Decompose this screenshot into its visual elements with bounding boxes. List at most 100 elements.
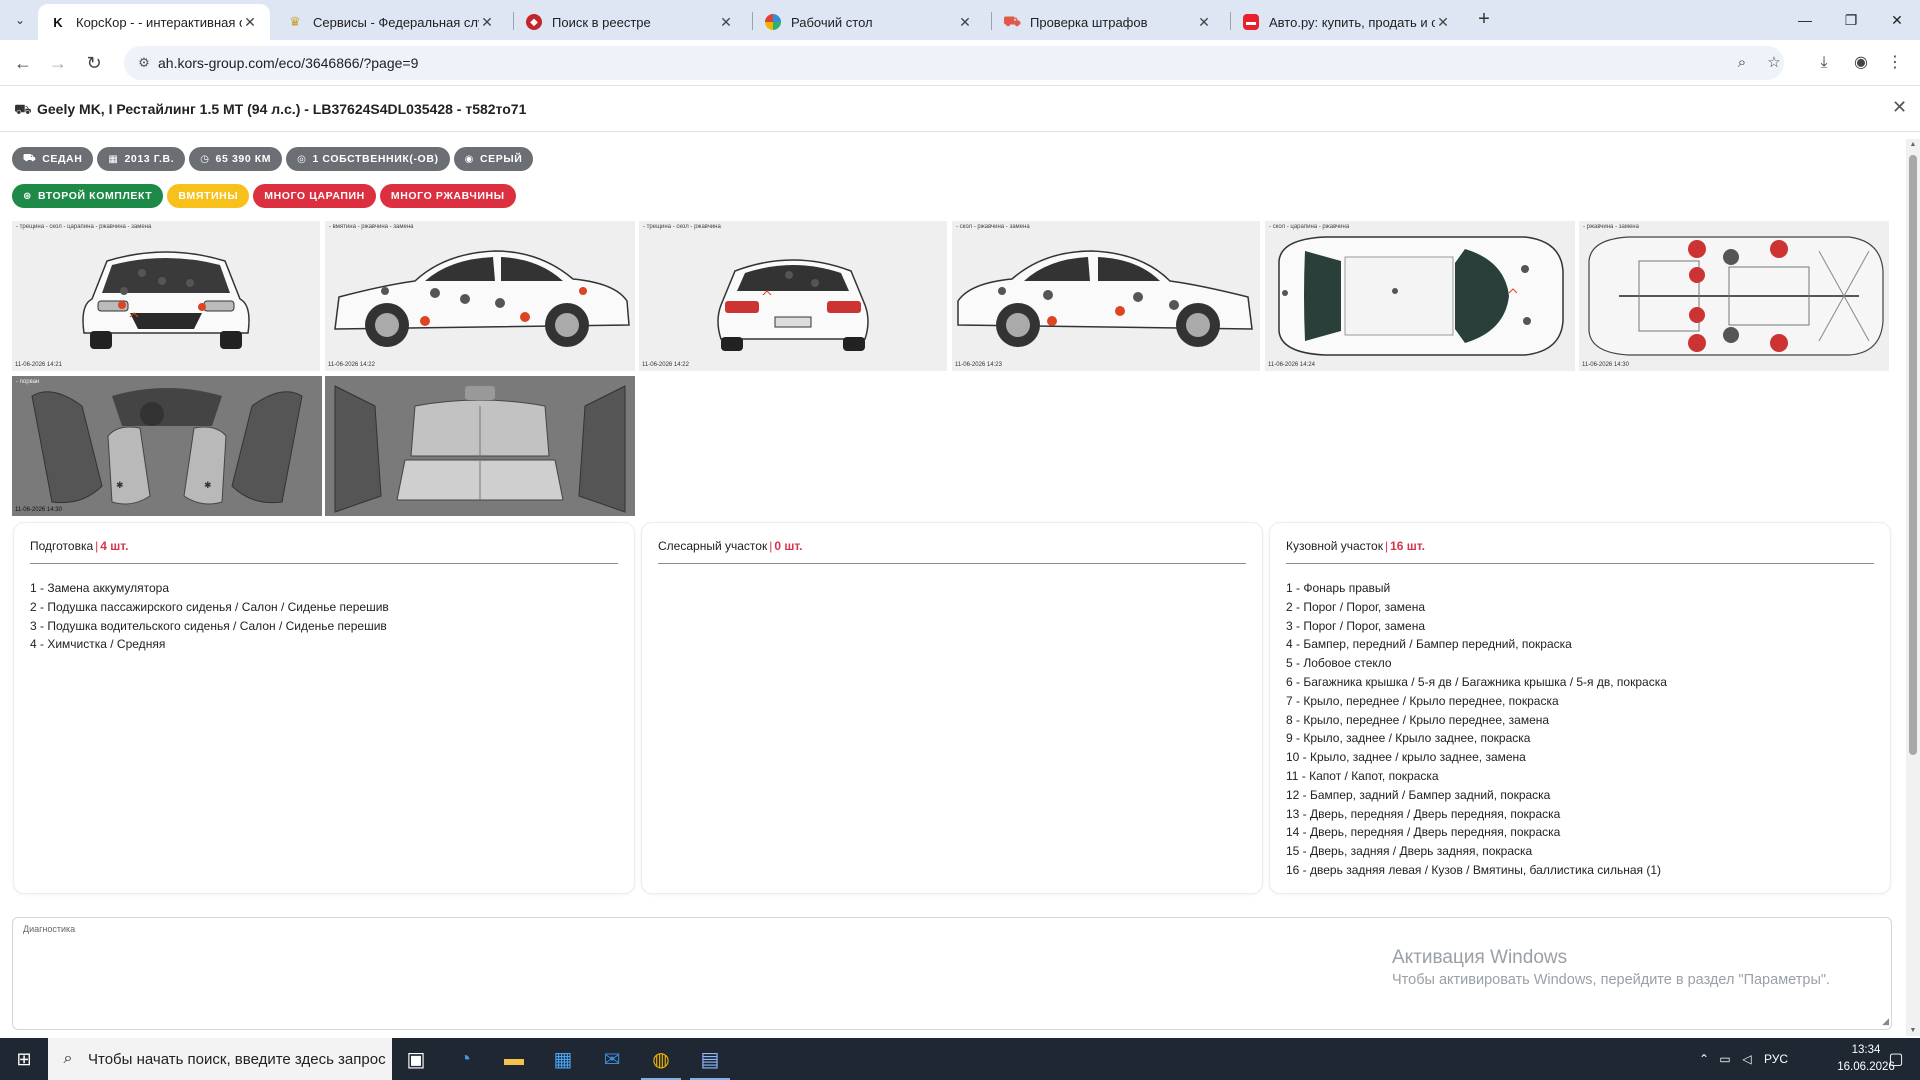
address-bar[interactable]: ⚙ ah.kors-group.com/eco/3646866/?page=9 … [124,46,1784,80]
car-right-drawing [957,250,1253,347]
list-item: 11 - Капот / Капот, покраска [1286,768,1439,783]
window-close-icon[interactable]: ✕ [1874,6,1920,34]
list-item: 6 - Багажника крышка / 5-я дв / Багажник… [1286,674,1667,689]
close-card-icon[interactable]: ✕ [1892,97,1907,118]
url-text: ah.kors-group.com/eco/3646866/?page=9 [158,55,419,71]
panel-header: Кузовной участок | 16 шт. [1286,539,1874,564]
list-item: 8 - Крыло, переднее / Крыло переднее, за… [1286,712,1550,727]
tab-title: Авто.ру: купить, продать и обм [1269,14,1435,30]
tab-search-icon[interactable]: ⌄ [8,8,32,32]
tab-korskor[interactable]: K КорсКор - - интерактивная оц ✕ [38,4,270,40]
wheel-icon: ⊛ [23,190,32,202]
tag-dents: ВМЯТИНЫ [167,184,250,208]
tag-rust: МНОГО РЖАВЧИНЫ [379,184,516,208]
list-item: 12 - Бампер, задний / Бампер задний, пок… [1286,787,1551,802]
owner-icon: ◎ [297,153,307,165]
restore-icon[interactable]: ❐ [1828,6,1874,34]
close-tab-icon[interactable]: ✕ [718,14,734,31]
year-chip: ▦ 2013 Г.В. [97,147,186,171]
svg-text:✱: ✱ [204,480,212,490]
diagram-underbody[interactable]: - ржавчина - замена 11-06-2026 14:30 [1579,221,1889,371]
back-icon[interactable]: ← [9,49,37,77]
bookmark-star-icon[interactable]: ☆ [1764,53,1784,73]
task-list: 1 - Фонарь правый 2 - Порог / Порог, зам… [1286,579,1874,880]
scroll-up-icon[interactable]: ▲ [1909,141,1917,148]
close-tab-icon[interactable]: ✕ [479,14,495,31]
reload-icon[interactable]: ↻ [80,49,108,77]
tab-desktop[interactable]: Рабочий стол ✕ [753,4,985,40]
windows-activation-watermark: Активация Windows Чтобы активировать Win… [1392,947,1831,988]
scrollbar-thumb[interactable] [1909,155,1917,755]
system-tray: ⌃ ▭ ◁ РУС [1694,1038,1794,1080]
new-tab-button[interactable]: + [1472,8,1496,32]
chrome-icon[interactable]: ◍ [637,1038,685,1080]
tab-autoru[interactable]: ▬ Авто.ру: купить, продать и обм ✕ [1231,4,1463,40]
color-chip: ◉ СЕРЫЙ [453,147,534,171]
car-icon: ⛟ [23,152,37,164]
tray-chevron-icon[interactable]: ⌃ [1694,1052,1714,1066]
taskbar-search[interactable]: ⌕ Чтобы начать поиск, введите здесь запр… [48,1038,392,1080]
work-sections: Подготовка | 4 шт. 1 - Замена аккумулятора… [14,523,1890,893]
list-item: 5 - Лобовое стекло [1286,656,1392,671]
mail-icon[interactable]: ✉ [588,1038,636,1080]
notifications-icon[interactable]: ▢ [1872,1038,1920,1080]
list-item: 13 - Дверь, передняя / Дверь передняя, п… [1286,806,1561,821]
list-item: 9 - Крыло, заднее / Крыло заднее, покрас… [1286,731,1531,746]
file-explorer-icon[interactable]: ▬ [490,1038,538,1080]
close-tab-icon[interactable]: ✕ [1435,14,1451,31]
edge-icon[interactable]: ◔ [441,1038,489,1080]
tab-title: Проверка штрафов [1030,14,1148,30]
panel-mechanics: Слесарный участок | 0 шт. [642,523,1262,893]
remote-app-icon[interactable]: ▤ [686,1038,734,1080]
tab-title: КорсКор - - интерактивная оц [76,14,242,30]
resize-handle-icon[interactable]: ◢ [1882,1016,1889,1027]
count-badge: 4 шт. [100,539,129,553]
diagram-top[interactable]: - скол - царапина - ржавчина 11-06-2026 … [1265,221,1575,371]
zoom-icon[interactable]: ⌕ [1732,53,1752,73]
vehicle-header: ⛟ Geely MK, I Рестайлинг 1.5 MT (94 л.с.… [0,87,1920,132]
close-tab-icon[interactable]: ✕ [1196,14,1212,31]
language-indicator[interactable]: РУС [1758,1052,1794,1066]
page-scrollbar[interactable]: ▲ ▼ [1906,139,1920,1036]
count-badge: 16 шт. [1390,539,1425,553]
tab-fines-check[interactable]: ⛟ Проверка штрафов ✕ [992,4,1224,40]
menu-kebab-icon[interactable]: ⋮ [1882,50,1908,76]
tag-scratches: МНОГО ЦАРАПИН [253,184,376,208]
network-icon[interactable]: ▭ [1714,1052,1736,1066]
scroll-down-icon[interactable]: ▼ [1909,1027,1917,1034]
condition-tags: ⊛ ВТОРОЙ КОМПЛЕКТ ВМЯТИНЫ МНОГО ЦАРАПИН М… [12,184,516,208]
diagnostics-label: Диагностика [23,924,76,934]
diagram-interior-rear[interactable] [325,376,635,516]
profile-avatar-icon[interactable]: ◉ [1848,50,1874,76]
panel-bodywork: Кузовной участок | 16 шт. 1 - Фонарь правы… [1270,523,1890,893]
forward-icon[interactable]: → [44,49,72,77]
calendar-icon: ▦ [108,153,119,165]
list-item: 3 - Подушка водительского сиденья / Сало… [30,618,387,633]
diagram-left-side[interactable]: - вмятина - ржавчина - замена 11-06-2026… [325,221,635,371]
close-tab-icon[interactable]: ✕ [957,14,973,31]
minimize-icon[interactable]: — [1782,6,1828,34]
diagram-rear[interactable]: - трещина - скол - ржавчина 11-06-2026 1… [639,221,947,371]
list-item: 14 - Дверь, передняя / Дверь передняя, п… [1286,825,1561,840]
panel-preparation: Подготовка | 4 шт. 1 - Замена аккумулятора… [14,523,634,893]
close-tab-icon[interactable]: ✕ [242,14,258,31]
diagram-right-side[interactable]: - скол - ржавчина - замена 11-06-2026 14… [952,221,1260,371]
speedometer-icon: ◷ [200,153,210,165]
tab-registry-search[interactable]: ◆ Поиск в реестре ✕ [514,4,746,40]
browser-toolbar: ← → ↻ ⚙ ah.kors-group.com/eco/3646866/?p… [0,40,1920,86]
task-view-icon[interactable]: ▣ [392,1038,440,1080]
diagram-front[interactable]: - трещина - скол - царапина - ржавчина -… [12,221,320,371]
task-list: 1 - Замена аккумулятора 2 - Подушка пасс… [30,579,618,654]
diagram-interior-front[interactable]: ✱ ✱ - порван 11-06-2026 14:30 [12,376,322,516]
volume-icon[interactable]: ◁ [1736,1052,1758,1066]
windows-start-icon[interactable]: ⊞ [0,1038,48,1080]
tab-services[interactable]: ♛ Сервисы - Федеральная служб ✕ [275,4,507,40]
site-info-icon[interactable]: ⚙ [136,55,152,71]
list-item: 15 - Дверь, задняя / Дверь задняя, покра… [1286,844,1533,859]
download-icon[interactable]: ⤓ [1811,50,1837,76]
list-item: 3 - Порог / Порог, замена [1286,618,1425,633]
store-icon[interactable]: ▦ [539,1038,587,1080]
windows-taskbar: ⊞ ⌕ Чтобы начать поиск, введите здесь за… [0,1038,1920,1080]
interior-rear-drawing [325,376,635,516]
eye-icon: ◉ [464,153,474,165]
